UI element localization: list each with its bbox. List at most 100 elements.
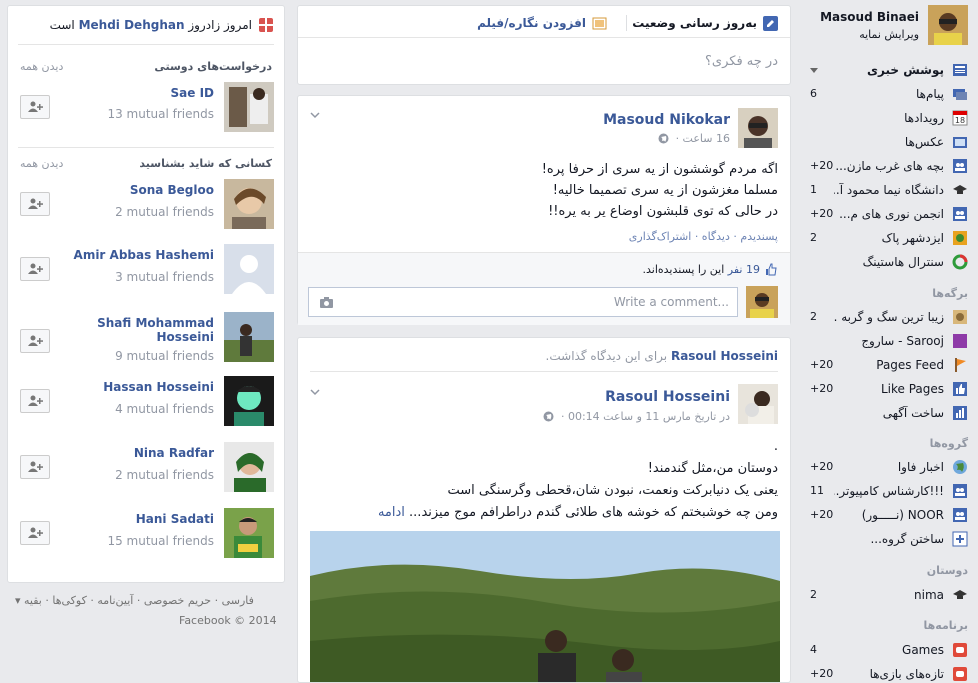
birthday-name[interactable]: Mehdi Dehghan (79, 18, 185, 32)
story-actor[interactable]: Rasoul Hosseini (671, 349, 778, 363)
post-photo[interactable] (310, 531, 780, 682)
nav-item-page[interactable]: زیبا ترین سگ و گربه ... 2 (800, 306, 968, 328)
nav-item-group[interactable]: NOOR (نـــــور) +20 (800, 504, 968, 526)
see-more-link[interactable]: ادامه (378, 505, 405, 520)
comment-input[interactable]: Write a comment... (308, 287, 738, 317)
add-friend-button[interactable] (20, 455, 50, 479)
likes-count-link[interactable]: 19 نفر (728, 263, 760, 276)
post-line: یعنی یک دنیابرکت ونعمت، نبودن شان،قحطی و… (447, 483, 778, 498)
post-actions[interactable]: پسندیدم · دیدگاه · اشتراک‌گذاری (629, 230, 778, 243)
edit-profile-link[interactable]: ویرایش نمایه (859, 28, 919, 41)
nav-item-page[interactable]: Sarooj - ساروج (800, 330, 968, 352)
friend-photo[interactable] (224, 312, 274, 362)
friend-name[interactable]: Amir Abbas Hashemi (64, 248, 214, 262)
nav-item-page[interactable]: ایزدشهر پاک 2 (800, 227, 968, 249)
friend-photo[interactable] (224, 442, 274, 492)
default-avatar[interactable] (224, 244, 274, 294)
friend-photo[interactable] (224, 179, 274, 229)
add-friend-icon (28, 335, 43, 346)
nav-label: پیام‌ها (915, 87, 944, 101)
add-friend-button[interactable] (20, 192, 50, 216)
tab-add-photo[interactable]: افزودن نگاره/فیلم (477, 15, 607, 33)
nav-item-events[interactable]: 18 رویدادها (800, 107, 968, 129)
see-all-link[interactable]: دیدن همه (20, 60, 63, 73)
nav-label: عکس‌ها (904, 135, 944, 149)
birthday-reminder[interactable]: امروز زادروز Mehdi Dehghan است (14, 17, 274, 33)
friend-name[interactable]: Sae ID (64, 86, 214, 100)
add-friend-icon (28, 101, 43, 112)
nav-item-messages[interactable]: پیام‌ها 6 (800, 83, 968, 105)
status-input[interactable]: در چه فکری؟ (705, 54, 778, 69)
composer-divider (298, 37, 790, 38)
nav-item-games-feed[interactable]: تازه‌های بازی‌ها +20 (800, 663, 968, 683)
chevron-down-icon[interactable] (310, 389, 320, 396)
friend-request: Sae ID 13 mutual friends (8, 82, 286, 142)
pymk-item: Sona Begloo 2 mutual friends (8, 179, 286, 239)
tab-update-status[interactable]: به‌روز رسانی وضعیت (618, 15, 778, 33)
nav-item-group[interactable]: بچه های غرب مازن... +20 (800, 155, 968, 177)
see-all-link[interactable]: دیدن همه (20, 157, 63, 170)
svg-text:18: 18 (955, 116, 965, 125)
nav-item-news-feed[interactable]: پوشش خبری (800, 59, 968, 81)
nav-item-games[interactable]: Games 4 (800, 639, 968, 661)
add-friend-button[interactable] (20, 389, 50, 413)
nav-item-group[interactable]: انجمن نوری های م... +20 (800, 203, 968, 225)
tab-label: افزودن نگاره/فیلم (477, 16, 586, 30)
friend-name[interactable]: Shafi Mohammad Hosseini (64, 316, 214, 344)
author-name[interactable]: Masoud Nikokar (603, 112, 730, 128)
nav-item-create-ad[interactable]: ساخت آگهی (800, 402, 968, 424)
nav-item-group[interactable]: اخبار فاوا +20 (800, 456, 968, 478)
mutual-friends[interactable]: 2 mutual friends (115, 468, 214, 482)
composer: به‌روز رسانی وضعیت افزودن نگاره/فیلم در … (297, 5, 791, 85)
likes-suffix: این را پسندیده‌اند. (642, 263, 725, 276)
nav-item-like-pages[interactable]: Like Pages +20 (800, 378, 968, 400)
nav-item-group[interactable]: !!!کارشناس کامپیوتر... 11 (800, 480, 968, 502)
feed-story: Masoud Nikokar 16 ساعت · اگه مردم گوششون… (297, 95, 791, 325)
add-friend-button[interactable] (20, 521, 50, 545)
timestamp[interactable]: در تاریخ مارس 11 و ساعت 00:14 · (543, 410, 730, 423)
pymk-header: کسانی که شاید بشناسید (139, 157, 272, 170)
calendar-icon: 18 (952, 110, 968, 126)
mutual-friends[interactable]: 13 mutual friends (107, 107, 214, 121)
mutual-friends[interactable]: 2 mutual friends (115, 205, 214, 219)
nav-item-pages-feed[interactable]: Pages Feed +20 (800, 354, 968, 376)
camera-icon[interactable] (319, 296, 334, 309)
chevron-down-icon[interactable] (810, 68, 818, 73)
pymk-item: Hassan Hosseini 4 mutual friends (8, 376, 286, 436)
author-avatar[interactable] (738, 108, 778, 148)
nav-label: ایزدشهر پاک (881, 231, 944, 245)
friend-name[interactable]: Hassan Hosseini (64, 380, 214, 394)
nav-profile[interactable]: Masoud Binaei ویرایش نمایه (800, 5, 968, 45)
mutual-friends[interactable]: 4 mutual friends (115, 402, 214, 416)
friend-photo[interactable] (224, 508, 274, 558)
nav-item-school[interactable]: دانشگاه نیما محمود آ... 1 (800, 179, 968, 201)
post-line: مسلما مغزشون از یه سری تصمیما خالیه! (552, 183, 778, 198)
nav-item-page[interactable]: سنترال هاستینگ (800, 251, 968, 273)
footer-links[interactable]: فارسی · حریم خصوصی · آیین‌نامه · کوکی‌ها… (15, 594, 254, 607)
add-friend-button[interactable] (20, 329, 50, 353)
add-friend-icon (28, 461, 43, 472)
author-name[interactable]: Rasoul Hosseini (605, 389, 730, 405)
friend-name[interactable]: Sona Begloo (64, 183, 214, 197)
profile-avatar[interactable] (928, 5, 968, 45)
friend-name[interactable]: Nina Radfar (64, 446, 214, 460)
add-friend-button[interactable] (20, 95, 50, 119)
timestamp[interactable]: 16 ساعت · (658, 132, 730, 145)
mutual-friends[interactable]: 9 mutual friends (115, 349, 214, 363)
mutual-friends[interactable]: 3 mutual friends (115, 270, 214, 284)
add-friend-button[interactable] (20, 257, 50, 281)
nav-label: بچه های غرب مازن... (835, 159, 944, 173)
author-avatar[interactable] (738, 384, 778, 424)
profile-name[interactable]: Masoud Binaei (820, 10, 919, 24)
friend-name[interactable]: Hani Sadati (64, 512, 214, 526)
nav-item-create-group[interactable]: ساختن گروه... (800, 528, 968, 550)
nav-count: +20 (810, 382, 834, 395)
add-friend-icon (28, 527, 43, 538)
nav-item-friend-list[interactable]: nima 2 (800, 584, 968, 606)
chevron-down-icon[interactable] (310, 112, 320, 119)
nav-item-photos[interactable]: عکس‌ها (800, 131, 968, 153)
mutual-friends[interactable]: 15 mutual friends (107, 534, 214, 548)
friend-photo[interactable] (224, 376, 274, 426)
friend-photo[interactable] (224, 82, 274, 132)
action-links[interactable]: پسندیدم · دیدگاه · اشتراک‌گذاری (629, 230, 778, 243)
